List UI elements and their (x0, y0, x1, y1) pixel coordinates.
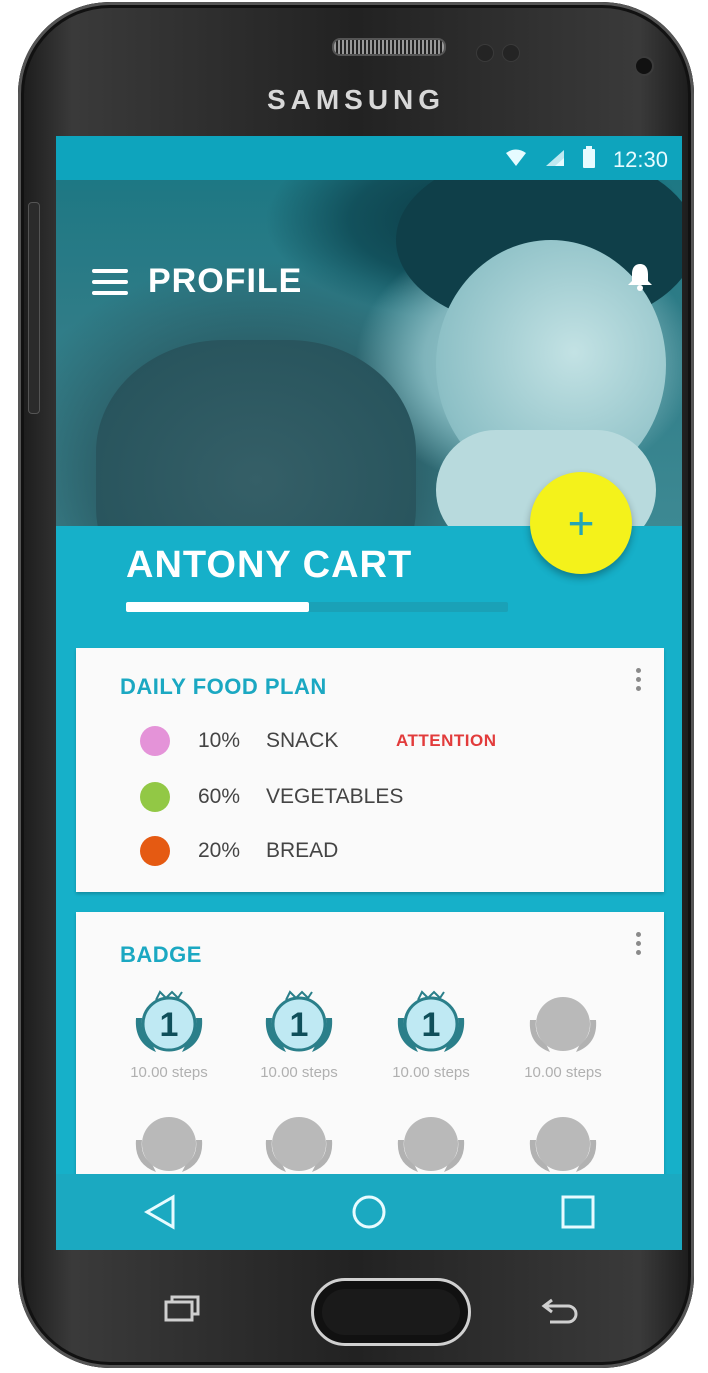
badge-medal-icon (520, 988, 606, 1058)
recents-icon[interactable] (556, 1190, 600, 1234)
food-item: 20% BREAD (140, 836, 396, 866)
badge-item[interactable]: 1 10.00 steps (234, 988, 364, 1081)
brand-logo: SAMSUNG (266, 84, 446, 115)
badge-medal-icon (126, 1108, 212, 1178)
proximity-sensor (476, 44, 494, 62)
app-screen: 12:30 PROFILE + ANTONY CART DAILY FOOD P… (56, 136, 682, 1250)
front-camera (634, 56, 654, 76)
back-hardware-icon[interactable] (540, 1294, 580, 1324)
profile-name: ANTONY CART (126, 544, 413, 586)
food-item: 10% SNACK ATTENTION (140, 726, 497, 756)
badge-caption: 10.00 steps (130, 1064, 208, 1081)
navigation-bar (56, 1174, 682, 1250)
home-hardware-button[interactable] (311, 1278, 471, 1346)
badge-medal-icon: 1 (256, 988, 342, 1058)
badge-medal-icon: 1 (126, 988, 212, 1058)
food-percent: 60% (198, 785, 241, 808)
food-plan-menu-icon[interactable] (636, 668, 642, 691)
clock: 12:30 (612, 147, 668, 172)
volume-button (28, 202, 40, 414)
badge-caption: 10.00 steps (260, 1064, 338, 1081)
badge-item[interactable]: 1 10.00 steps (104, 988, 234, 1081)
badge-item-locked[interactable] (104, 1108, 234, 1178)
wifi-icon (505, 147, 527, 173)
badge-medal-icon (388, 1108, 474, 1178)
food-plan-title: DAILY FOOD PLAN (120, 674, 327, 699)
badge-title: BADGE (120, 942, 202, 967)
badge-menu-icon[interactable] (636, 932, 642, 955)
badge-item-locked[interactable] (498, 1108, 628, 1178)
badge-item-locked[interactable]: 10.00 steps (498, 988, 628, 1081)
sweater-shape (96, 340, 416, 526)
food-color-dot (140, 782, 170, 812)
battery-icon (582, 146, 595, 174)
badge-medal-icon: 1 (388, 988, 474, 1058)
food-color-dot (140, 836, 170, 866)
badge-caption: 10.00 steps (524, 1064, 602, 1081)
food-name: VEGETABLES (266, 785, 404, 808)
profile-progress-bar (126, 602, 508, 612)
notification-bell-icon[interactable] (626, 262, 654, 292)
food-color-dot (140, 726, 170, 756)
status-bar: 12:30 (56, 136, 682, 180)
badge-number: 1 (160, 1006, 179, 1044)
signal-icon (545, 147, 565, 173)
badge-item-locked[interactable] (366, 1108, 496, 1178)
menu-icon[interactable] (92, 268, 128, 295)
food-percent: 20% (198, 839, 241, 862)
food-item: 60% VEGETABLES (140, 782, 404, 812)
page-title: PROFILE (148, 262, 303, 300)
badge-number: 1 (422, 1006, 441, 1044)
badge-item[interactable]: 1 10.00 steps (366, 988, 496, 1081)
badge-caption: 10.00 steps (392, 1064, 470, 1081)
recents-hardware-icon[interactable] (164, 1294, 200, 1322)
food-plan-card: DAILY FOOD PLAN 10% SNACK ATTENTION 60% … (76, 648, 664, 892)
back-icon[interactable] (138, 1190, 182, 1234)
food-name: SNACK (266, 729, 339, 752)
food-warning: ATTENTION (396, 731, 497, 750)
badge-item-locked[interactable] (234, 1108, 364, 1178)
home-icon[interactable] (347, 1190, 391, 1234)
badge-card: BADGE 1 10.00 steps 1 10.00 steps 1 10.00 ste… (76, 912, 664, 1182)
badge-number: 1 (290, 1006, 309, 1044)
light-sensor (502, 44, 520, 62)
profile-progress-fill (126, 602, 310, 612)
badge-medal-icon (256, 1108, 342, 1178)
earpiece-speaker (332, 38, 446, 56)
food-name: BREAD (266, 839, 339, 862)
add-button[interactable]: + (530, 472, 632, 574)
food-percent: 10% (198, 729, 241, 752)
badge-medal-icon (520, 1108, 606, 1178)
